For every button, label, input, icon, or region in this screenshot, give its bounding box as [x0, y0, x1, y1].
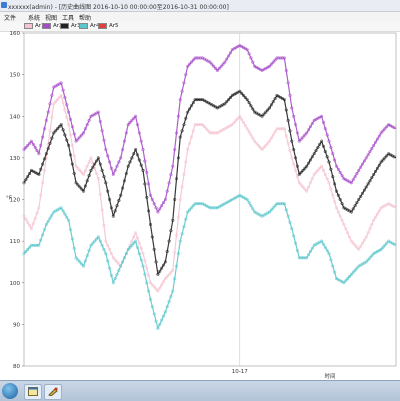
- x-axis-label: 时间: [324, 372, 335, 380]
- y-tick-label: 160: [10, 31, 21, 37]
- legend-label: Ar5: [109, 23, 119, 29]
- y-tick-label: 150: [10, 73, 21, 79]
- menu-file[interactable]: 文件: [4, 13, 16, 22]
- y-tick-label: 80: [13, 364, 20, 370]
- legend-swatch: [60, 23, 69, 29]
- y-tick-label: 90: [13, 322, 20, 328]
- y-tick-label: 100: [10, 281, 21, 287]
- legend-item[interactable]: Ar3: [60, 23, 81, 29]
- menu-view[interactable]: 视图: [45, 13, 57, 22]
- legend-swatch: [98, 23, 107, 29]
- legend-item[interactable]: Ar5: [98, 23, 119, 29]
- taskbar-app-tool[interactable]: [44, 384, 62, 400]
- legend-item[interactable]: Ar4: [79, 23, 100, 29]
- menu-bar: 文件 系统 视图 工具 帮助: [0, 12, 400, 22]
- y-tick-label: 140: [10, 114, 21, 120]
- legend-swatch: [24, 23, 33, 29]
- menu-help[interactable]: 帮助: [79, 13, 91, 22]
- legend-swatch: [42, 23, 51, 29]
- legend-swatch: [79, 23, 88, 29]
- y-tick-label: 110: [10, 239, 21, 245]
- window-icon: [28, 387, 38, 396]
- menu-system[interactable]: 系统: [28, 13, 40, 22]
- window-titlebar: xxxxxx(admin) - [历史曲线图 2016-10-10 00:00:…: [0, 0, 400, 12]
- window-title: xxxxxx(admin) - [历史曲线图 2016-10-10 00:00:…: [8, 4, 229, 11]
- y-axis-label: °F: [6, 196, 12, 202]
- app-icon: [1, 2, 7, 8]
- tool-icon: [48, 387, 58, 396]
- start-button[interactable]: [2, 383, 18, 399]
- taskbar: [0, 380, 400, 401]
- history-chart[interactable]: 8090100110120130140150160°F10-17时间: [0, 31, 400, 380]
- y-tick-label: 130: [10, 156, 21, 162]
- taskbar-app-window[interactable]: [24, 384, 42, 400]
- x-tick-label: 10-17: [232, 369, 248, 375]
- menu-tools[interactable]: 工具: [62, 13, 74, 22]
